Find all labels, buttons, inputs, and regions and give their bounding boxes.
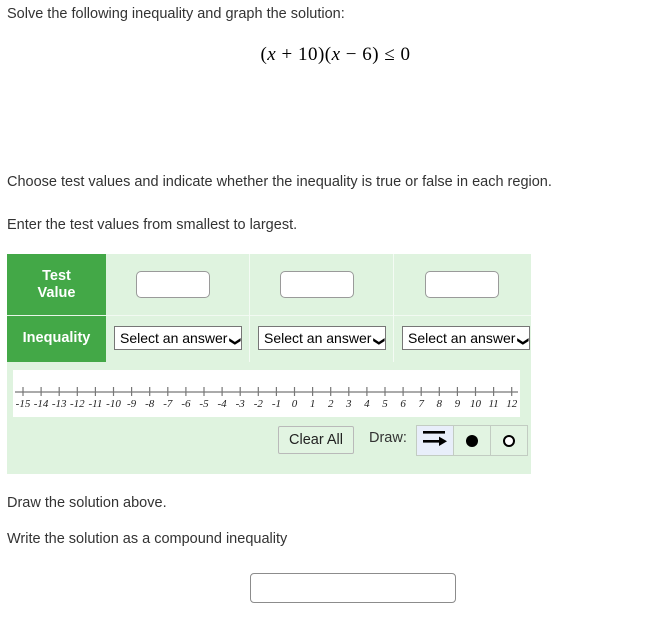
inequality-select-3-value: Select an answer — [408, 330, 516, 346]
table-row-test-value: Test Value — [7, 254, 531, 316]
row-separator — [106, 315, 531, 316]
instruction-choose-test-values: Choose test values and indicate whether … — [7, 174, 552, 190]
svg-text:-7: -7 — [163, 398, 173, 410]
inequality-select-1-value: Select an answer — [120, 330, 228, 346]
svg-text:-15: -15 — [16, 398, 31, 410]
svg-text:-8: -8 — [145, 398, 155, 410]
page-title: Solve the following inequality and graph… — [7, 6, 345, 22]
draw-toolbar: Clear All Draw: — [7, 425, 531, 462]
svg-text:5: 5 — [382, 398, 388, 410]
svg-text:-12: -12 — [70, 398, 85, 410]
column-divider-1 — [249, 254, 250, 362]
svg-text:-9: -9 — [127, 398, 137, 410]
svg-text:4: 4 — [364, 398, 370, 410]
svg-text:6: 6 — [400, 398, 406, 410]
row-header-test-value-line2: Value — [37, 285, 76, 301]
svg-text:1: 1 — [310, 398, 316, 410]
column-divider-2 — [393, 254, 394, 362]
row-header-test-value-line1: Test — [42, 267, 71, 284]
svg-text:8: 8 — [437, 398, 443, 410]
svg-text:-6: -6 — [181, 398, 191, 410]
ray-tool-button[interactable] — [416, 425, 454, 456]
chevron-down-icon: ❯ — [373, 336, 386, 346]
open-point-tool-button[interactable] — [490, 425, 528, 456]
svg-text:-11: -11 — [88, 398, 102, 410]
svg-text:9: 9 — [455, 398, 461, 410]
chevron-down-icon: ❯ — [229, 336, 242, 346]
draw-label: Draw: — [369, 430, 407, 446]
svg-text:-4: -4 — [218, 398, 228, 410]
svg-text:-2: -2 — [254, 398, 264, 410]
expression-text: (x + 10)(x − 6) ≤ 0 — [260, 44, 411, 65]
svg-text:-1: -1 — [272, 398, 281, 410]
row-header-test-value: Test Value — [7, 254, 106, 316]
inequality-select-3[interactable]: Select an answer ❯ — [402, 326, 530, 350]
clear-all-button[interactable]: Clear All — [278, 426, 354, 454]
svg-text:10: 10 — [470, 398, 482, 410]
svg-text:7: 7 — [418, 398, 424, 410]
closed-point-tool-button[interactable] — [453, 425, 491, 456]
inequality-select-1[interactable]: Select an answer ❯ — [114, 326, 242, 350]
inequality-expression: (x + 10)(x − 6) ≤ 0 — [0, 44, 671, 66]
chevron-down-icon: ❯ — [517, 336, 530, 346]
draw-tool-group — [416, 425, 528, 456]
header-divider — [7, 315, 106, 316]
ray-arrow-icon — [422, 428, 448, 453]
number-line-graphic: -15 -14 -13 -12 -11 -10 -9 -8 -7 -6 -5 -4 -3 -2 -1 0 1 2 3… — [15, 387, 518, 410]
instruction-enter-order: Enter the test values from smallest to l… — [7, 217, 298, 233]
instruction-write-solution: Write the solution as a compound inequal… — [7, 531, 288, 547]
svg-text:11: 11 — [489, 398, 499, 410]
svg-text:-3: -3 — [236, 398, 246, 410]
svg-text:-10: -10 — [106, 398, 121, 410]
number-line-canvas[interactable]: -15 -14 -13 -12 -11 -10 -9 -8 -7 -6 -5 -4 -3 -2 -1 0 1 2 3… — [13, 370, 520, 417]
instruction-draw-solution: Draw the solution above. — [7, 495, 167, 511]
svg-text:2: 2 — [328, 398, 334, 410]
svg-text:-14: -14 — [34, 398, 49, 410]
test-value-input-2[interactable] — [280, 271, 354, 298]
table-row-inequality: Inequality Select an answer ❯ Select an … — [7, 316, 531, 362]
svg-text:-5: -5 — [199, 398, 209, 410]
svg-text:-13: -13 — [52, 398, 67, 410]
test-value-input-3[interactable] — [425, 271, 499, 298]
row-header-inequality: Inequality — [7, 316, 106, 362]
inequality-select-2-value: Select an answer — [264, 330, 372, 346]
test-value-table: Test Value Inequality Select an answer ❯… — [7, 254, 531, 362]
inequality-select-2[interactable]: Select an answer ❯ — [258, 326, 386, 350]
svg-text:0: 0 — [292, 398, 298, 410]
filled-dot-icon — [466, 434, 478, 447]
compound-inequality-input[interactable] — [250, 573, 456, 603]
svg-text:3: 3 — [345, 398, 352, 410]
open-dot-icon — [503, 434, 515, 447]
graphing-panel: Test Value Inequality Select an answer ❯… — [7, 254, 531, 474]
svg-text:12: 12 — [506, 398, 518, 410]
test-value-input-1[interactable] — [136, 271, 210, 298]
